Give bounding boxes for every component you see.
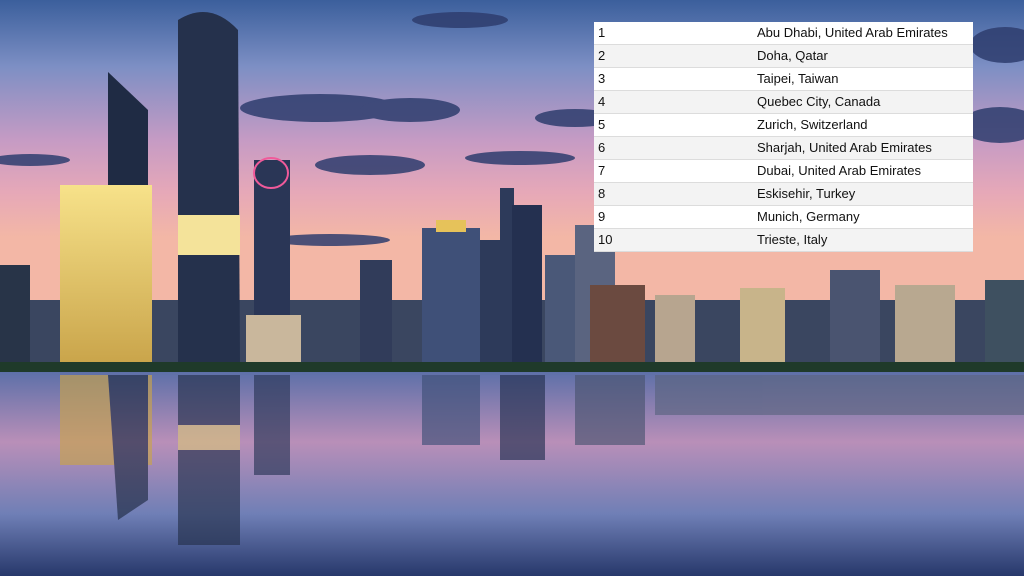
rank-cell: 4: [594, 90, 752, 114]
table-row: 5 Zurich, Switzerland: [594, 113, 973, 137]
table-row: 4 Quebec City, Canada: [594, 90, 973, 114]
table-row: 9 Munich, Germany: [594, 205, 973, 229]
rank-cell: 2: [594, 44, 752, 68]
city-cell: Sharjah, United Arab Emirates: [752, 136, 973, 160]
table-row: 2 Doha, Qatar: [594, 44, 973, 68]
shoreline: [0, 362, 1024, 372]
rank-cell: 3: [594, 67, 752, 91]
ranking-table-body: 1 Abu Dhabi, United Arab Emirates 2 Doha, Q…: [594, 22, 973, 252]
table-row: 10 Trieste, Italy: [594, 228, 973, 252]
table-row: 3 Taipei, Taiwan: [594, 67, 973, 91]
city-cell: Doha, Qatar: [752, 44, 973, 68]
table-row: 8 Eskisehir, Turkey: [594, 182, 973, 206]
rank-cell: 9: [594, 205, 752, 229]
city-cell: Quebec City, Canada: [752, 90, 973, 114]
table-row: 1 Abu Dhabi, United Arab Emirates: [594, 22, 973, 45]
city-cell: Zurich, Switzerland: [752, 113, 973, 137]
city-ranking-table: 1 Abu Dhabi, United Arab Emirates 2 Doha, Q…: [594, 22, 973, 252]
city-cell: Dubai, United Arab Emirates: [752, 159, 973, 183]
city-cell: Trieste, Italy: [752, 228, 973, 252]
city-cell: Eskisehir, Turkey: [752, 182, 973, 206]
rank-cell: 6: [594, 136, 752, 160]
rank-cell: 5: [594, 113, 752, 137]
city-cell: Abu Dhabi, United Arab Emirates: [752, 22, 973, 45]
city-cell: Munich, Germany: [752, 205, 973, 229]
city-cell: Taipei, Taiwan: [752, 67, 973, 91]
rank-cell: 7: [594, 159, 752, 183]
rank-cell: 8: [594, 182, 752, 206]
rank-cell: 10: [594, 228, 752, 252]
table-row: 6 Sharjah, United Arab Emirates: [594, 136, 973, 160]
rank-cell: 1: [594, 22, 752, 45]
table-row: 7 Dubai, United Arab Emirates: [594, 159, 973, 183]
